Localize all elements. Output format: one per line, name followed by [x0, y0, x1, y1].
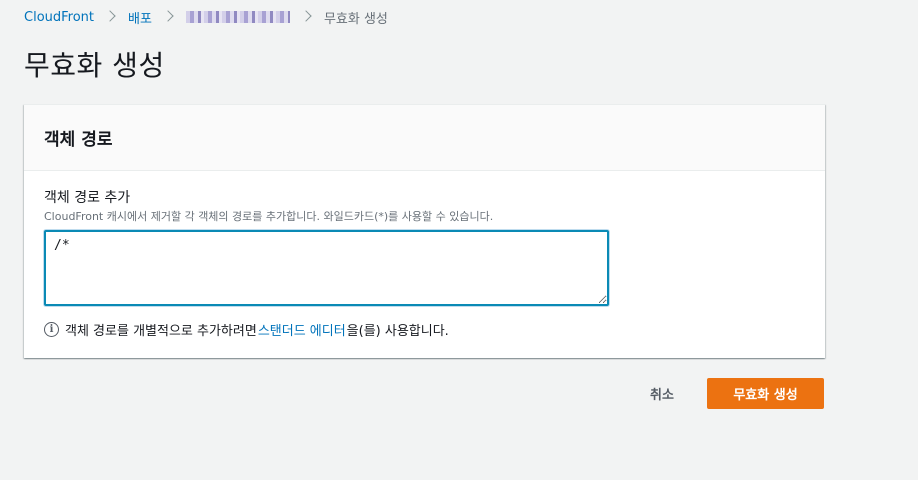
chevron-right-icon: [302, 8, 312, 26]
panel-body: 객체 경로 추가 CloudFront 캐시에서 제거할 각 객체의 경로를 추…: [24, 171, 825, 339]
breadcrumb-cloudfront-link[interactable]: CloudFront: [24, 10, 94, 25]
paths-field-label: 객체 경로 추가: [44, 190, 131, 206]
breadcrumb-current: 무효화 생성: [323, 11, 388, 27]
paths-input-wrapper: /*: [44, 230, 609, 306]
page-title: 무효화 생성: [24, 49, 165, 82]
chevron-right-icon: [106, 8, 116, 26]
object-paths-panel: 객체 경로 객체 경로 추가 CloudFront 캐시에서 제거할 각 객체의…: [24, 104, 825, 358]
info-text-suffix: 을(를) 사용합니다.: [346, 324, 449, 339]
cancel-button[interactable]: 취소: [636, 378, 688, 409]
create-invalidation-button[interactable]: 무효화 생성: [707, 378, 824, 409]
object-paths-input[interactable]: /*: [44, 230, 609, 306]
breadcrumb-distribution-id-redacted[interactable]: [185, 11, 290, 23]
paths-field-description: CloudFront 캐시에서 제거할 각 객체의 경로를 추가합니다. 와일드…: [44, 210, 494, 223]
chevron-right-icon: [164, 8, 174, 26]
breadcrumb-distributions-link[interactable]: 배포: [128, 8, 152, 27]
breadcrumb: CloudFront 배포 무효화 생성: [24, 8, 388, 27]
info-icon: i: [44, 322, 59, 337]
info-text-prefix: 객체 경로를 개별적으로 추가하려면: [65, 324, 257, 339]
panel-title: 객체 경로: [44, 130, 113, 150]
panel-header: 객체 경로: [24, 105, 825, 171]
standard-editor-link[interactable]: 스탠더드 에디터: [258, 320, 346, 339]
info-message: i 객체 경로를 개별적으로 추가하려면 스탠더드 에디터 을(를) 사용합니다…: [44, 320, 805, 339]
